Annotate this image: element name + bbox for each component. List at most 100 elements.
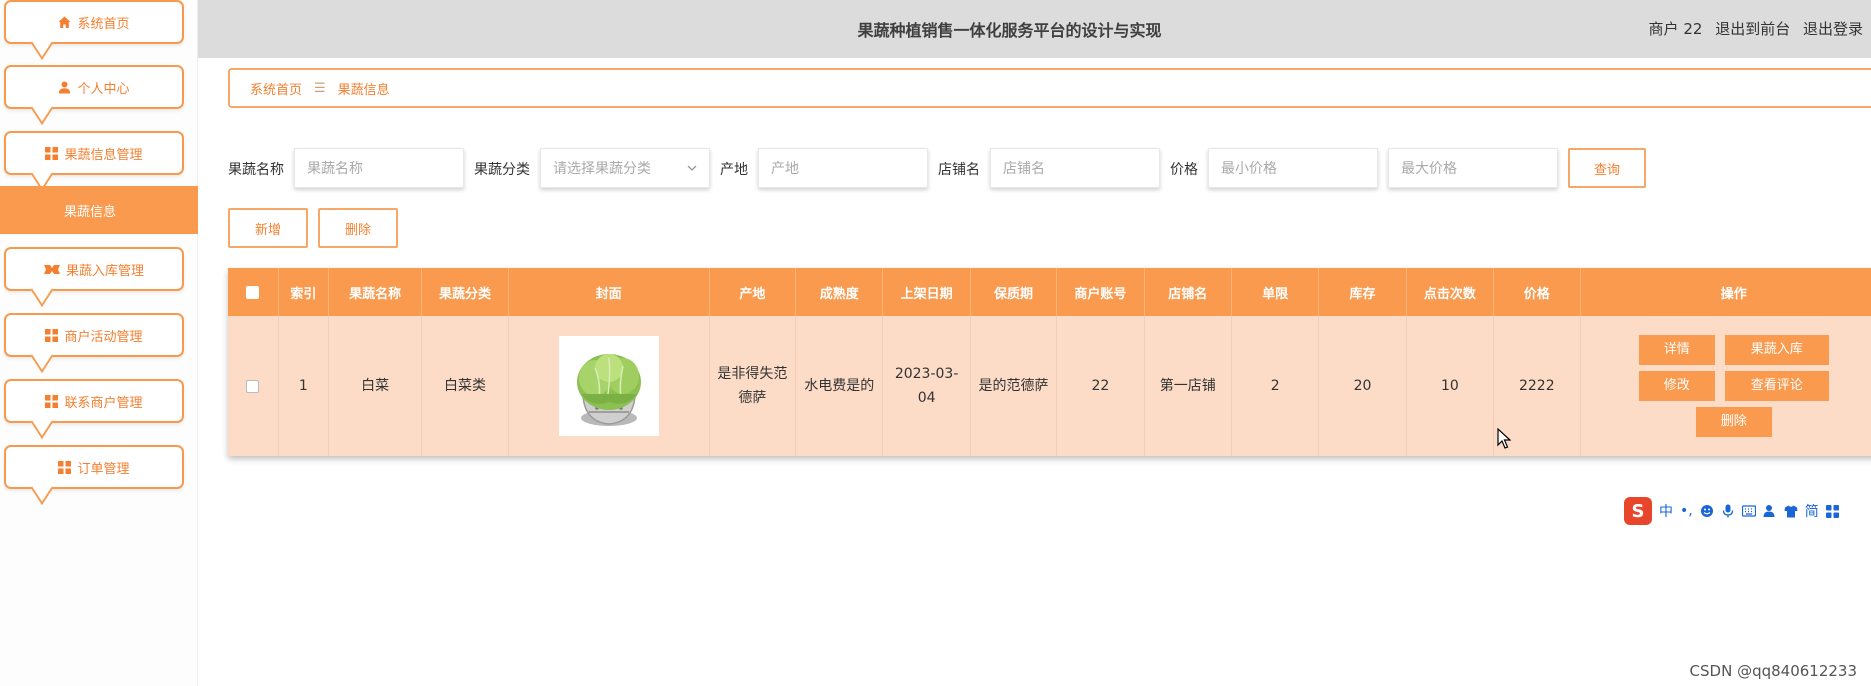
column-header: 商户账号 (1056, 268, 1145, 316)
skin-shirt-icon[interactable] (1784, 504, 1798, 518)
cell-name: 白菜 (328, 316, 423, 456)
table-header-row: 索引 果蔬名称 果蔬分类 封面 产地 成熟度 上架日期 保质期 商户账号 店铺名… (228, 268, 1871, 316)
sidebar-item-label: 果蔬入库管理 (65, 263, 144, 279)
breadcrumb-separator: ☰ (314, 80, 326, 96)
column-header: 果蔬分类 (421, 268, 509, 316)
column-header: 上架日期 (882, 268, 971, 316)
exit-to-front-link[interactable]: 退出到前台 (1715, 20, 1790, 38)
name-input[interactable]: 果蔬名称 (294, 148, 464, 188)
row-checkbox[interactable] (246, 379, 260, 393)
column-header: 点击次数 (1406, 268, 1495, 316)
edit-button[interactable]: 修改 (1638, 371, 1715, 401)
batch-delete-button[interactable]: 删除 (318, 208, 398, 248)
grid-icon (45, 394, 59, 408)
origin-input[interactable]: 产地 (758, 148, 928, 188)
cell-merchant: 22 (1056, 316, 1145, 456)
column-header: 操作 (1580, 268, 1871, 316)
ime-lang-toggle[interactable]: 中 (1659, 501, 1673, 521)
sogou-logo-icon[interactable]: S (1624, 497, 1652, 525)
breadcrumb: 系统首页 ☰ 果蔬信息 (228, 68, 1871, 108)
column-header: 店铺名 (1144, 268, 1232, 316)
ticket-icon (43, 263, 60, 276)
cell-date: 2023-03-04 (882, 316, 971, 456)
emoji-icon[interactable] (1700, 504, 1714, 518)
origin-label: 产地 (720, 162, 748, 178)
user-settings-icon[interactable] (1763, 504, 1777, 518)
watermark: CSDN @qq840612233 (1689, 662, 1857, 680)
stock-in-button[interactable]: 果蔬入库 (1724, 335, 1829, 365)
cell-limit: 2 (1231, 316, 1320, 456)
toolbox-grid-icon[interactable] (1826, 504, 1840, 518)
mouse-cursor-icon (1497, 427, 1512, 454)
sidebar-item-produce-management[interactable]: 果蔬信息管理 (4, 131, 184, 175)
select-all-checkbox[interactable] (246, 285, 260, 299)
cell-origin: 是非得失范德萨 (709, 316, 797, 456)
category-label: 果蔬分类 (474, 162, 530, 178)
column-header: 封面 (508, 268, 710, 316)
ime-simplified-toggle[interactable]: 简 (1805, 501, 1819, 521)
sidebar-item-orders[interactable]: 订单管理 (4, 445, 184, 489)
query-button[interactable]: 查询 (1568, 148, 1646, 188)
cell-index: 1 (278, 316, 329, 456)
detail-button[interactable]: 详情 (1638, 335, 1715, 365)
cell-maturity: 水电费是的 (795, 316, 884, 456)
sidebar-item-label: 订单管理 (77, 461, 130, 477)
column-header: 成熟度 (795, 268, 884, 316)
logout-link[interactable]: 退出登录 (1803, 20, 1863, 38)
cell-category: 白菜类 (421, 316, 509, 456)
column-header: 价格 (1493, 268, 1581, 316)
cell-stock: 20 (1318, 316, 1407, 456)
column-header: 保质期 (970, 268, 1058, 316)
sidebar-item-label: 系统首页 (77, 16, 130, 32)
cell-operations: 详情 果蔬入库 修改 查看评论 删除 (1580, 316, 1871, 456)
cell-cover (508, 316, 710, 456)
sidebar-item-stock-in-management[interactable]: 果蔬入库管理 (4, 247, 184, 291)
cover-image[interactable] (558, 336, 659, 436)
produce-table: 索引 果蔬名称 果蔬分类 封面 产地 成熟度 上架日期 保质期 商户账号 店铺名… (228, 268, 1871, 456)
cabbage-image-icon (560, 338, 657, 434)
name-label: 果蔬名称 (228, 162, 284, 178)
grid-icon (58, 460, 72, 474)
cell-shop: 第一店铺 (1144, 316, 1232, 456)
grid-icon (45, 146, 59, 160)
add-button[interactable]: 新增 (228, 208, 308, 248)
column-header: 索引 (278, 268, 329, 316)
microphone-icon[interactable] (1721, 504, 1735, 518)
price-label: 价格 (1170, 162, 1198, 178)
row-select-cell (228, 316, 279, 456)
shop-label: 店铺名 (938, 162, 980, 178)
column-header: 库存 (1318, 268, 1407, 316)
sidebar-item-profile[interactable]: 个人中心 (4, 65, 184, 109)
app-title: 果蔬种植销售一体化服务平台的设计与实现 (857, 21, 1162, 40)
sidebar-item-contact-merchant[interactable]: 联系商户管理 (4, 379, 184, 423)
table-row: 1 白菜 白菜类 是非得失范德萨 水电费是的 2023-03-04 是的范德萨 … (228, 316, 1871, 456)
cell-clicks: 10 (1406, 316, 1495, 456)
sidebar: 系统首页 个人中心 果蔬信息管理 果蔬信息 果蔬入库管理 商户活动管理 联系商户… (0, 0, 198, 686)
select-all-header (228, 268, 279, 316)
sidebar-item-label: 商户活动管理 (64, 329, 143, 345)
breadcrumb-home[interactable]: 系统首页 (250, 79, 302, 98)
category-select-placeholder: 请选择果蔬分类 (553, 161, 651, 177)
sidebar-item-label: 联系商户管理 (64, 395, 143, 411)
chevron-down-icon (687, 163, 697, 174)
sidebar-subitem-label: 果蔬信息 (64, 204, 117, 220)
keyboard-icon[interactable] (1741, 504, 1756, 518)
min-price-input[interactable]: 最小价格 (1208, 148, 1378, 188)
sidebar-subitem-produce-info[interactable]: 果蔬信息 (0, 186, 198, 234)
row-actions: 详情 果蔬入库 修改 查看评论 删除 (1634, 335, 1834, 437)
sidebar-item-merchant-activity[interactable]: 商户活动管理 (4, 313, 184, 357)
current-user: 商户 22 (1648, 20, 1703, 38)
max-price-input[interactable]: 最大价格 (1388, 148, 1558, 188)
ime-punct-toggle[interactable]: •, (1680, 503, 1693, 519)
column-header: 果蔬名称 (328, 268, 423, 316)
home-icon (58, 16, 71, 29)
sidebar-item-home[interactable]: 系统首页 (4, 0, 184, 44)
shop-input[interactable]: 店铺名 (990, 148, 1160, 188)
category-select[interactable]: 请选择果蔬分类 (540, 148, 710, 188)
sidebar-item-label: 个人中心 (77, 81, 130, 97)
ime-toolbar: S 中 •, 简 (1624, 496, 1871, 526)
delete-button[interactable]: 删除 (1695, 407, 1772, 437)
cell-shelf-life: 是的范德萨 (970, 316, 1058, 456)
top-header: 果蔬种植销售一体化服务平台的设计与实现 商户 22 退出到前台 退出登录 (198, 0, 1871, 58)
view-reviews-button[interactable]: 查看评论 (1724, 371, 1829, 401)
